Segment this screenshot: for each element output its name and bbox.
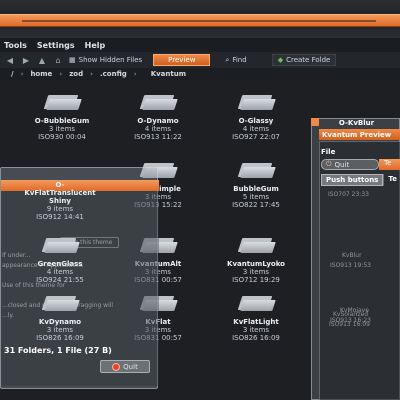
breadcrumb: / › home › zod › .config › Kvantum [0, 68, 400, 80]
folder-icon [237, 296, 276, 312]
quit-label: Quit [123, 362, 138, 371]
folder-count: 3 items [48, 125, 76, 133]
folder-item[interactable]: O-BubbleGum 3 items ISO930 00:04 [22, 95, 102, 141]
folder-date: ISO712 19:29 [232, 276, 280, 284]
preview-quit-button[interactable]: ⏻ Quit [321, 159, 379, 170]
folder-name: GreenGlass [37, 260, 83, 268]
folder-item[interactable]: O-Dynamo 4 items ISO913 11:22 [118, 95, 198, 141]
folder-count: 3 items [242, 268, 270, 276]
preview-toolbutton[interactable]: Te [379, 159, 400, 170]
search-icon: ⌕ [225, 55, 230, 64]
forward-arrow-icon[interactable]: ▶ [20, 55, 32, 65]
folder-date: ISO927 22:07 [232, 133, 280, 141]
breadcrumb-separator: › [59, 70, 63, 78]
preview-button[interactable]: Preview [153, 54, 211, 66]
folder-item[interactable]: KvDynamo 3 items ISO826 16:09 [20, 296, 100, 342]
folder-item[interactable]: KvantumLyoko 3 items ISO712 19:29 [216, 238, 296, 284]
preview-tabbar: Push buttons Te [321, 174, 400, 186]
folder-icon [43, 95, 82, 111]
breadcrumb-kvantum[interactable]: Kvantum [141, 70, 196, 78]
folder-date: ISO826 16:09 [36, 334, 84, 342]
breadcrumb-root[interactable]: / [8, 70, 17, 78]
folder-icon [237, 163, 276, 179]
find-button[interactable]: ⌕ Find [220, 54, 251, 66]
show-hidden-label: Show Hidden Files [78, 56, 143, 64]
show-hidden-button[interactable]: ▦ Show Hidden Files [64, 54, 147, 66]
breadcrumb-zod[interactable]: zod [66, 70, 86, 78]
back-arrow-icon[interactable]: ◀ [4, 55, 16, 65]
ghost-folder-name: KvSolarized [333, 311, 369, 318]
window-corner-accent [311, 118, 319, 126]
tab-second[interactable]: Te [383, 174, 400, 186]
folder-icon [237, 95, 276, 111]
folder-name: O-Glassy [238, 117, 274, 125]
menu-settings[interactable]: Settings [37, 41, 75, 50]
menu-help[interactable]: Help [85, 41, 106, 50]
status-text: 31 Folders, 1 File (27 B) [4, 345, 112, 355]
folder-name: O-BubbleGum [34, 117, 90, 125]
preview-window: O-KvBlur Kvantum Preview File ⏻ Quit Te … [311, 118, 400, 400]
ghost-text-line: ...ly. [2, 312, 14, 319]
tab-push-buttons[interactable]: Push buttons [321, 174, 384, 186]
folder-name: O-Dynamo [137, 117, 179, 125]
folder-icon [41, 238, 80, 254]
ghost-folder-date: ISO913 19:53 [330, 262, 371, 269]
folder-date: ISO912 14:41 [36, 213, 84, 221]
menu-bar: Tools Settings Help [0, 38, 400, 52]
folder-name: BubbleGum [233, 185, 279, 193]
folder-date: ISO822 17:45 [232, 201, 280, 209]
folder-item-selected[interactable]: O-KvFlatTranslucent Shiny 9 items ISO912… [20, 167, 100, 221]
folder-icon [139, 95, 178, 111]
preview-quit-label: Quit [334, 160, 350, 169]
folder-date: ISO930 00:04 [38, 133, 86, 141]
breadcrumb-home[interactable]: home [27, 70, 55, 78]
ghost-folder-date: ISO913 16:09 [329, 321, 370, 328]
folder-icon [237, 238, 276, 254]
hidden-files-icon: ▦ [69, 56, 76, 64]
folder-count: 9 items [46, 205, 74, 213]
breadcrumb-separator: › [20, 70, 24, 78]
folder-count: 3 items [242, 326, 270, 334]
folder-date: ISO826 16:09 [232, 334, 280, 342]
folder-icon [41, 296, 80, 312]
breadcrumb-separator: › [90, 70, 93, 78]
create-folder-label: Create Folde [286, 56, 331, 64]
window-titlebar [0, 0, 400, 38]
folder-count: 4 items [46, 268, 74, 276]
create-folder-button[interactable]: ◆ Create Folde [271, 54, 337, 66]
folder-name: KvantumLyoko [227, 260, 285, 268]
folder-item[interactable]: KvFlatLight 3 items ISO826 16:09 [216, 296, 296, 342]
folder-count: 4 items [242, 125, 270, 133]
status-bar: 31 Folders, 1 File (27 B) [0, 343, 158, 357]
ghost-folder-name: KvBlur [342, 252, 362, 259]
folder-item[interactable]: GreenGlass 4 items ISO924 21:55 [20, 238, 100, 284]
folder-name: KvFlatLight [233, 318, 279, 326]
menu-file[interactable]: File [321, 148, 335, 156]
up-arrow-icon[interactable]: ▲ [36, 55, 48, 65]
folder-item[interactable]: BubbleGum 5 items ISO822 17:45 [216, 163, 296, 209]
home-icon[interactable]: ⌂ [52, 55, 64, 65]
quit-icon: ⏻ [326, 160, 332, 168]
folder-count: 5 items [242, 193, 270, 201]
folder-count: 3 items [46, 326, 74, 334]
breadcrumb-config[interactable]: .config [97, 70, 130, 78]
menu-tools[interactable]: Tools [4, 41, 27, 50]
quit-button[interactable]: Quit [100, 360, 150, 373]
window-title: O-KvBlur [338, 119, 375, 127]
folder-item[interactable]: O-Glassy 4 items ISO927 22:07 [216, 95, 296, 141]
titlebar-accent-stripe [0, 14, 400, 27]
folder-date: ISO924 21:55 [36, 276, 84, 284]
folder-date: ISO913 11:22 [134, 133, 182, 141]
kvantum-preview-title: Kvantum Preview [319, 129, 400, 140]
preview-label: Preview [168, 56, 196, 64]
folder-name: KvDynamo [38, 318, 82, 326]
folder-count: 4 items [144, 125, 172, 133]
find-label: Find [232, 56, 247, 64]
toolbar: ◀ ▶ ▲ ⌂ ▦ Show Hidden Files Preview ⌕ Fi… [0, 52, 400, 68]
breadcrumb-separator: › [133, 70, 137, 78]
stop-icon [112, 362, 121, 371]
folder-name: O-KvFlatTranslucent Shiny [24, 181, 96, 205]
new-folder-icon: ◆ [277, 56, 284, 64]
ghost-folder-date: ISO707 23:33 [328, 191, 369, 198]
